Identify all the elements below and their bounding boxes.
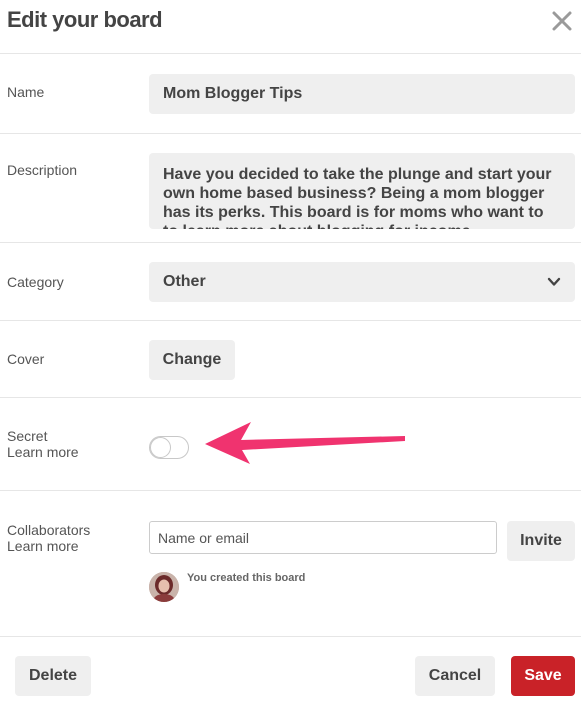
secret-label-group: Secret Learn more: [7, 428, 79, 460]
secret-learn-more-link[interactable]: Learn more: [7, 444, 79, 460]
delete-button[interactable]: Delete: [15, 656, 91, 696]
description-textarea[interactable]: Have you decided to take the plunge and …: [149, 153, 575, 229]
dialog-footer: Delete Cancel Save: [0, 637, 581, 703]
collaborators-learn-more-link[interactable]: Learn more: [7, 538, 90, 554]
name-row: Name Mom Blogger Tips: [0, 54, 581, 134]
collaborators-label: Collaborators: [7, 522, 91, 538]
change-cover-button[interactable]: Change: [149, 340, 235, 380]
secret-row: Secret Learn more: [0, 398, 581, 491]
invite-button[interactable]: Invite: [507, 521, 575, 561]
secret-label: Secret: [7, 428, 48, 444]
creator-note: You created this board: [187, 572, 306, 584]
cancel-button[interactable]: Cancel: [415, 656, 495, 696]
dialog-title: Edit your board: [7, 7, 163, 32]
toggle-knob: [150, 437, 171, 458]
annotation-arrow-icon: [205, 422, 405, 464]
secret-toggle[interactable]: [149, 436, 189, 459]
collaborator-search-input[interactable]: [149, 521, 497, 554]
save-button[interactable]: Save: [511, 656, 575, 696]
chevron-down-icon: [547, 275, 561, 289]
edit-board-dialog: Edit your board Name Mom Blogger Tips De…: [0, 0, 581, 703]
close-icon[interactable]: [551, 10, 573, 32]
category-row: Category Other: [0, 243, 581, 321]
cover-row: Cover Change: [0, 321, 581, 398]
description-row: Description Have you decided to take the…: [0, 134, 581, 243]
avatar: [149, 572, 179, 602]
name-label: Name: [7, 84, 45, 100]
collaborators-label-group: Collaborators Learn more: [7, 522, 90, 554]
category-selected-value: Other: [163, 273, 206, 290]
collaborators-row: Collaborators Learn more Invite You crea…: [0, 491, 581, 637]
description-label: Description: [7, 162, 78, 178]
cover-label: Cover: [7, 351, 45, 367]
category-label: Category: [7, 274, 64, 290]
dialog-header: Edit your board: [0, 0, 581, 54]
board-name-field[interactable]: Mom Blogger Tips: [149, 74, 575, 114]
category-select[interactable]: Other: [149, 262, 575, 302]
